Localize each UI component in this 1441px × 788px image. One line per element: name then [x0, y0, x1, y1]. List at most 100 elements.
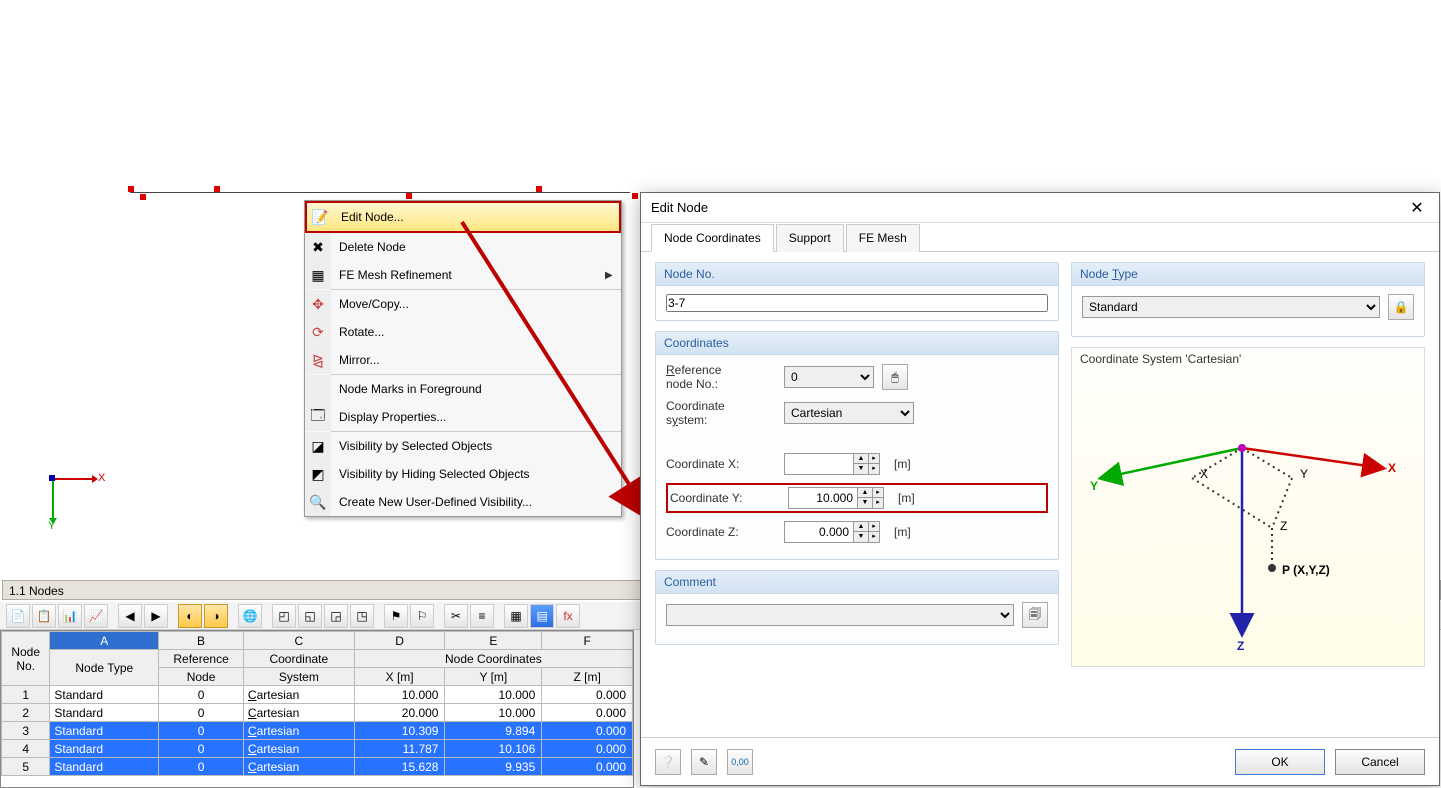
- cell-cs[interactable]: Cartesian: [243, 722, 354, 740]
- tb-btn-i[interactable]: ▦: [504, 604, 528, 628]
- tb-btn-c[interactable]: ◲: [324, 604, 348, 628]
- coord-system-select[interactable]: Cartesian: [784, 402, 914, 424]
- cm-fe-mesh-refinement[interactable]: ▦ FE Mesh Refinement ▶: [305, 261, 621, 289]
- cm-delete-node[interactable]: ✖ Delete Node: [305, 233, 621, 261]
- col-letter-f[interactable]: F: [542, 632, 633, 650]
- row-no[interactable]: 5: [2, 758, 50, 776]
- help-icon[interactable]: ❔: [655, 749, 681, 775]
- col-letter-c[interactable]: C: [243, 632, 354, 650]
- tb-btn-globe[interactable]: 🌐: [238, 604, 262, 628]
- col-coord-system[interactable]: Coordinate: [243, 650, 354, 668]
- tb-btn-f[interactable]: ⚐: [410, 604, 434, 628]
- tb-btn-b[interactable]: ◱: [298, 604, 322, 628]
- node-marker[interactable]: [128, 186, 134, 192]
- cm-edit-node[interactable]: 📝 Edit Node...: [305, 201, 621, 233]
- node-no-input[interactable]: [666, 294, 1048, 312]
- tab-support[interactable]: Support: [776, 224, 844, 252]
- cell-ref[interactable]: 0: [159, 740, 244, 758]
- cell-cs[interactable]: Cartesian: [243, 758, 354, 776]
- node-marker[interactable]: [632, 193, 638, 199]
- cell-ref[interactable]: 0: [159, 758, 244, 776]
- col-node-type[interactable]: Node Type: [50, 650, 159, 686]
- cm-display-properties[interactable]: 🗔 Display Properties...: [305, 403, 621, 431]
- cell-ref[interactable]: 0: [159, 704, 244, 722]
- row-no[interactable]: 1: [2, 686, 50, 704]
- tb-btn-h[interactable]: ≡: [470, 604, 494, 628]
- tb-btn-hl1[interactable]: ◐: [178, 604, 202, 628]
- cell-z[interactable]: 0.000: [542, 704, 633, 722]
- table-row[interactable]: 4Standard0Cartesian11.78710.1060.000: [2, 740, 633, 758]
- cell-type[interactable]: Standard: [50, 758, 159, 776]
- cancel-button[interactable]: Cancel: [1335, 749, 1425, 775]
- aux-icon[interactable]: ▸: [869, 464, 879, 474]
- cell-x[interactable]: 10.309: [354, 722, 445, 740]
- coord-z-input[interactable]: [784, 521, 854, 543]
- tb-btn-next[interactable]: ▶: [144, 604, 168, 628]
- tb-btn-k[interactable]: fx: [556, 604, 580, 628]
- col-letter-a[interactable]: A: [50, 632, 159, 650]
- cell-cs[interactable]: Cartesian: [243, 740, 354, 758]
- cell-ref[interactable]: 0: [159, 722, 244, 740]
- cell-cs[interactable]: Cartesian: [243, 704, 354, 722]
- col-system[interactable]: System: [243, 668, 354, 686]
- tab-fe-mesh[interactable]: FE Mesh: [846, 224, 920, 252]
- cm-node-marks-foreground[interactable]: Node Marks in Foreground: [305, 375, 621, 403]
- cell-y[interactable]: 9.894: [445, 722, 542, 740]
- nodes-table[interactable]: Node No. A B C D E F Node Type Reference…: [0, 630, 634, 788]
- node-type-select[interactable]: Standard: [1082, 296, 1380, 318]
- lock-icon[interactable]: 🔒: [1388, 294, 1414, 320]
- cell-type[interactable]: Standard: [50, 722, 159, 740]
- table-row[interactable]: 2Standard0Cartesian20.00010.0000.000: [2, 704, 633, 722]
- coord-y-input[interactable]: [788, 487, 858, 509]
- cell-cs[interactable]: Cartesian: [243, 686, 354, 704]
- cell-ref[interactable]: 0: [159, 686, 244, 704]
- cm-rotate[interactable]: ⟳ Rotate...: [305, 318, 621, 346]
- tb-btn-1[interactable]: 📄: [6, 604, 30, 628]
- aux-icon[interactable]: ▸: [869, 532, 879, 542]
- cell-z[interactable]: 0.000: [542, 758, 633, 776]
- cell-z[interactable]: 0.000: [542, 722, 633, 740]
- cm-visibility-selected[interactable]: ◪ Visibility by Selected Objects: [305, 432, 621, 460]
- cell-type[interactable]: Standard: [50, 704, 159, 722]
- coord-z-stepper[interactable]: ▲▼ ▸▸: [784, 521, 880, 543]
- tb-btn-g[interactable]: ✂: [444, 604, 468, 628]
- cm-create-visibility[interactable]: 🔍 Create New User-Defined Visibility...: [305, 488, 621, 516]
- col-x[interactable]: X [m]: [354, 668, 445, 686]
- col-letter-e[interactable]: E: [445, 632, 542, 650]
- aux-icon[interactable]: ▸: [869, 522, 879, 532]
- spin-down-icon[interactable]: ▼: [854, 532, 868, 542]
- col-node-no[interactable]: Node No.: [2, 632, 50, 686]
- col-reference[interactable]: Reference: [159, 650, 244, 668]
- dialog-titlebar[interactable]: Edit Node ✕: [641, 193, 1439, 223]
- aux-icon[interactable]: ▸: [873, 498, 883, 508]
- coord-x-input[interactable]: [784, 453, 854, 475]
- cm-move-copy[interactable]: ✥ Move/Copy...: [305, 290, 621, 318]
- node-marker[interactable]: [214, 186, 220, 192]
- row-no[interactable]: 3: [2, 722, 50, 740]
- tb-btn-hl2[interactable]: ◑: [204, 604, 228, 628]
- cell-z[interactable]: 0.000: [542, 686, 633, 704]
- spin-up-icon[interactable]: ▲: [854, 454, 868, 464]
- row-no[interactable]: 4: [2, 740, 50, 758]
- close-icon[interactable]: ✕: [1405, 196, 1429, 220]
- node-marker[interactable]: [536, 186, 542, 192]
- aux-icon[interactable]: ▸: [869, 454, 879, 464]
- cell-y[interactable]: 10.000: [445, 686, 542, 704]
- table-row[interactable]: 5Standard0Cartesian15.6289.9350.000: [2, 758, 633, 776]
- coord-x-stepper[interactable]: ▲▼ ▸▸: [784, 453, 880, 475]
- tb-btn-2[interactable]: 📋: [32, 604, 56, 628]
- cell-x[interactable]: 20.000: [354, 704, 445, 722]
- spin-down-icon[interactable]: ▼: [858, 498, 872, 508]
- cell-type[interactable]: Standard: [50, 686, 159, 704]
- node-marker[interactable]: [140, 194, 146, 200]
- coord-y-stepper[interactable]: ▲▼ ▸▸: [788, 487, 884, 509]
- node-marker[interactable]: [406, 193, 412, 199]
- comment-select[interactable]: [666, 604, 1014, 626]
- cell-x[interactable]: 11.787: [354, 740, 445, 758]
- cell-type[interactable]: Standard: [50, 740, 159, 758]
- table-row[interactable]: 3Standard0Cartesian10.3099.8940.000: [2, 722, 633, 740]
- cell-x[interactable]: 10.000: [354, 686, 445, 704]
- edit-icon[interactable]: ✎: [691, 749, 717, 775]
- cell-y[interactable]: 9.935: [445, 758, 542, 776]
- row-no[interactable]: 2: [2, 704, 50, 722]
